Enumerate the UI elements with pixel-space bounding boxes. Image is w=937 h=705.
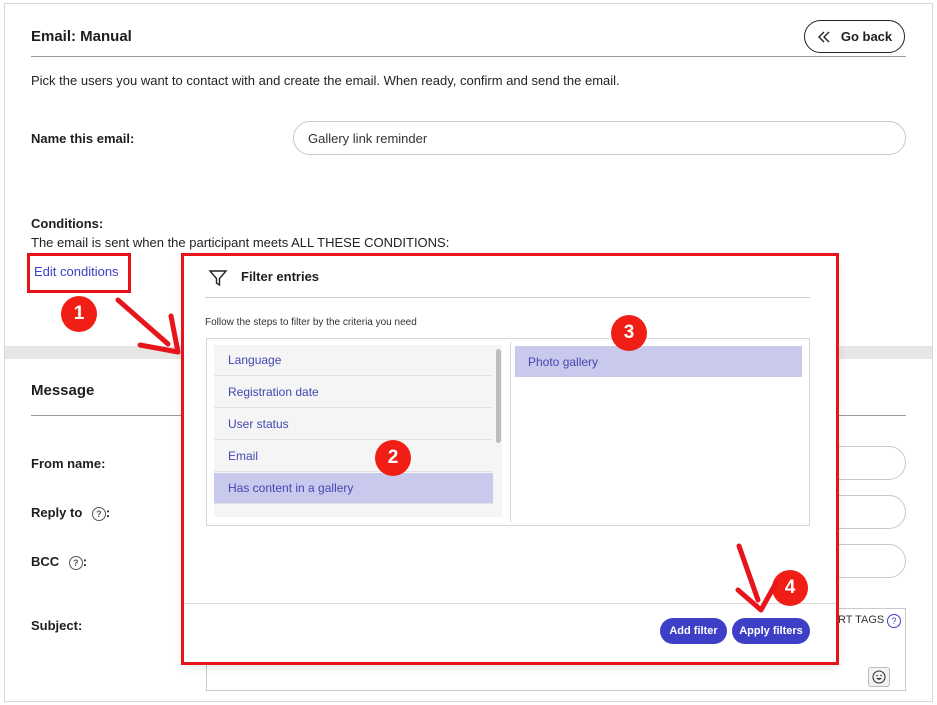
arrow-4 — [735, 543, 779, 613]
arrow-1 — [115, 297, 181, 355]
annotation-arrows — [115, 297, 779, 613]
